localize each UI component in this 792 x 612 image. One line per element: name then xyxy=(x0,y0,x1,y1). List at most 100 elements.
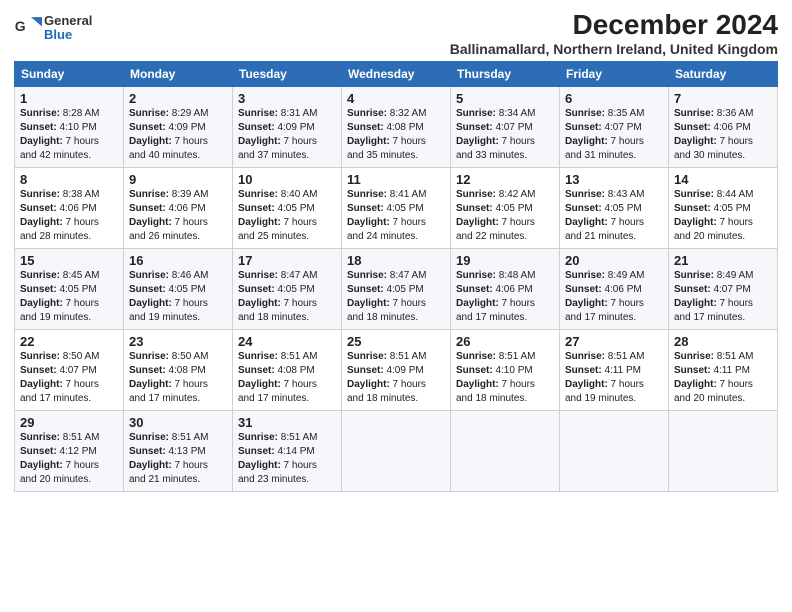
day-info: Sunrise: 8:44 AMSunset: 4:05 PMDaylight:… xyxy=(674,189,753,242)
main-title: December 2024 xyxy=(450,10,778,41)
logo-general: General xyxy=(44,14,92,28)
calendar-cell: 26 Sunrise: 8:51 AMSunset: 4:10 PMDaylig… xyxy=(451,329,560,410)
col-tuesday: Tuesday xyxy=(233,61,342,86)
svg-text:G: G xyxy=(15,18,26,34)
calendar-cell: 8 Sunrise: 8:38 AMSunset: 4:06 PMDayligh… xyxy=(15,167,124,248)
day-info: Sunrise: 8:46 AMSunset: 4:05 PMDaylight:… xyxy=(129,270,208,323)
calendar-cell: 19 Sunrise: 8:48 AMSunset: 4:06 PMDaylig… xyxy=(451,248,560,329)
calendar-cell: 11 Sunrise: 8:41 AMSunset: 4:05 PMDaylig… xyxy=(342,167,451,248)
day-number: 30 xyxy=(129,415,227,430)
day-number: 16 xyxy=(129,253,227,268)
day-info: Sunrise: 8:40 AMSunset: 4:05 PMDaylight:… xyxy=(238,189,317,242)
calendar-cell: 25 Sunrise: 8:51 AMSunset: 4:09 PMDaylig… xyxy=(342,329,451,410)
calendar-cell: 6 Sunrise: 8:35 AMSunset: 4:07 PMDayligh… xyxy=(560,86,669,167)
day-info: Sunrise: 8:47 AMSunset: 4:05 PMDaylight:… xyxy=(347,270,426,323)
calendar-cell: 5 Sunrise: 8:34 AMSunset: 4:07 PMDayligh… xyxy=(451,86,560,167)
calendar-cell: 9 Sunrise: 8:39 AMSunset: 4:06 PMDayligh… xyxy=(124,167,233,248)
day-number: 7 xyxy=(674,91,772,106)
calendar-cell: 2 Sunrise: 8:29 AMSunset: 4:09 PMDayligh… xyxy=(124,86,233,167)
calendar-table: Sunday Monday Tuesday Wednesday Thursday… xyxy=(14,61,778,492)
day-number: 28 xyxy=(674,334,772,349)
calendar-cell xyxy=(342,410,451,491)
day-info: Sunrise: 8:51 AMSunset: 4:08 PMDaylight:… xyxy=(238,351,317,404)
day-number: 21 xyxy=(674,253,772,268)
day-number: 31 xyxy=(238,415,336,430)
col-friday: Friday xyxy=(560,61,669,86)
day-info: Sunrise: 8:38 AMSunset: 4:06 PMDaylight:… xyxy=(20,189,99,242)
calendar-cell: 31 Sunrise: 8:51 AMSunset: 4:14 PMDaylig… xyxy=(233,410,342,491)
logo: G General Blue xyxy=(14,14,92,43)
day-number: 2 xyxy=(129,91,227,106)
calendar-cell: 14 Sunrise: 8:44 AMSunset: 4:05 PMDaylig… xyxy=(669,167,778,248)
day-number: 24 xyxy=(238,334,336,349)
day-info: Sunrise: 8:48 AMSunset: 4:06 PMDaylight:… xyxy=(456,270,535,323)
calendar-body: 1 Sunrise: 8:28 AMSunset: 4:10 PMDayligh… xyxy=(15,86,778,491)
day-number: 4 xyxy=(347,91,445,106)
week-row-2: 8 Sunrise: 8:38 AMSunset: 4:06 PMDayligh… xyxy=(15,167,778,248)
day-number: 6 xyxy=(565,91,663,106)
col-saturday: Saturday xyxy=(669,61,778,86)
day-info: Sunrise: 8:49 AMSunset: 4:06 PMDaylight:… xyxy=(565,270,644,323)
logo-blue: Blue xyxy=(44,28,92,42)
day-number: 22 xyxy=(20,334,118,349)
day-info: Sunrise: 8:34 AMSunset: 4:07 PMDaylight:… xyxy=(456,108,535,161)
calendar-cell: 15 Sunrise: 8:45 AMSunset: 4:05 PMDaylig… xyxy=(15,248,124,329)
calendar-cell: 4 Sunrise: 8:32 AMSunset: 4:08 PMDayligh… xyxy=(342,86,451,167)
calendar-cell: 28 Sunrise: 8:51 AMSunset: 4:11 PMDaylig… xyxy=(669,329,778,410)
calendar-cell: 13 Sunrise: 8:43 AMSunset: 4:05 PMDaylig… xyxy=(560,167,669,248)
day-number: 15 xyxy=(20,253,118,268)
calendar-cell: 17 Sunrise: 8:47 AMSunset: 4:05 PMDaylig… xyxy=(233,248,342,329)
calendar-cell: 16 Sunrise: 8:46 AMSunset: 4:05 PMDaylig… xyxy=(124,248,233,329)
day-number: 17 xyxy=(238,253,336,268)
day-info: Sunrise: 8:45 AMSunset: 4:05 PMDaylight:… xyxy=(20,270,99,323)
week-row-5: 29 Sunrise: 8:51 AMSunset: 4:12 PMDaylig… xyxy=(15,410,778,491)
calendar-cell: 24 Sunrise: 8:51 AMSunset: 4:08 PMDaylig… xyxy=(233,329,342,410)
calendar-cell: 18 Sunrise: 8:47 AMSunset: 4:05 PMDaylig… xyxy=(342,248,451,329)
day-info: Sunrise: 8:42 AMSunset: 4:05 PMDaylight:… xyxy=(456,189,535,242)
day-info: Sunrise: 8:28 AMSunset: 4:10 PMDaylight:… xyxy=(20,108,99,161)
col-thursday: Thursday xyxy=(451,61,560,86)
logo-text: General Blue xyxy=(44,14,92,43)
calendar-cell: 12 Sunrise: 8:42 AMSunset: 4:05 PMDaylig… xyxy=(451,167,560,248)
week-row-1: 1 Sunrise: 8:28 AMSunset: 4:10 PMDayligh… xyxy=(15,86,778,167)
calendar-cell: 23 Sunrise: 8:50 AMSunset: 4:08 PMDaylig… xyxy=(124,329,233,410)
calendar-cell: 22 Sunrise: 8:50 AMSunset: 4:07 PMDaylig… xyxy=(15,329,124,410)
day-info: Sunrise: 8:43 AMSunset: 4:05 PMDaylight:… xyxy=(565,189,644,242)
day-number: 5 xyxy=(456,91,554,106)
page: G General Blue December 2024 Ballinamall… xyxy=(0,0,792,500)
calendar-cell: 21 Sunrise: 8:49 AMSunset: 4:07 PMDaylig… xyxy=(669,248,778,329)
day-info: Sunrise: 8:51 AMSunset: 4:10 PMDaylight:… xyxy=(456,351,535,404)
day-number: 27 xyxy=(565,334,663,349)
day-info: Sunrise: 8:39 AMSunset: 4:06 PMDaylight:… xyxy=(129,189,208,242)
subtitle: Ballinamallard, Northern Ireland, United… xyxy=(450,41,778,57)
calendar-cell: 3 Sunrise: 8:31 AMSunset: 4:09 PMDayligh… xyxy=(233,86,342,167)
day-number: 1 xyxy=(20,91,118,106)
day-info: Sunrise: 8:51 AMSunset: 4:13 PMDaylight:… xyxy=(129,432,208,485)
day-info: Sunrise: 8:51 AMSunset: 4:12 PMDaylight:… xyxy=(20,432,99,485)
day-number: 23 xyxy=(129,334,227,349)
day-info: Sunrise: 8:49 AMSunset: 4:07 PMDaylight:… xyxy=(674,270,753,323)
day-number: 25 xyxy=(347,334,445,349)
day-number: 26 xyxy=(456,334,554,349)
day-number: 29 xyxy=(20,415,118,430)
col-monday: Monday xyxy=(124,61,233,86)
day-info: Sunrise: 8:51 AMSunset: 4:09 PMDaylight:… xyxy=(347,351,426,404)
day-info: Sunrise: 8:32 AMSunset: 4:08 PMDaylight:… xyxy=(347,108,426,161)
day-info: Sunrise: 8:51 AMSunset: 4:11 PMDaylight:… xyxy=(674,351,753,404)
day-info: Sunrise: 8:50 AMSunset: 4:07 PMDaylight:… xyxy=(20,351,99,404)
col-wednesday: Wednesday xyxy=(342,61,451,86)
day-number: 9 xyxy=(129,172,227,187)
day-number: 19 xyxy=(456,253,554,268)
day-number: 10 xyxy=(238,172,336,187)
week-row-4: 22 Sunrise: 8:50 AMSunset: 4:07 PMDaylig… xyxy=(15,329,778,410)
calendar-cell xyxy=(669,410,778,491)
day-number: 11 xyxy=(347,172,445,187)
day-info: Sunrise: 8:51 AMSunset: 4:11 PMDaylight:… xyxy=(565,351,644,404)
day-info: Sunrise: 8:50 AMSunset: 4:08 PMDaylight:… xyxy=(129,351,208,404)
day-info: Sunrise: 8:31 AMSunset: 4:09 PMDaylight:… xyxy=(238,108,317,161)
calendar-cell: 27 Sunrise: 8:51 AMSunset: 4:11 PMDaylig… xyxy=(560,329,669,410)
day-number: 20 xyxy=(565,253,663,268)
day-number: 8 xyxy=(20,172,118,187)
day-number: 18 xyxy=(347,253,445,268)
day-info: Sunrise: 8:51 AMSunset: 4:14 PMDaylight:… xyxy=(238,432,317,485)
